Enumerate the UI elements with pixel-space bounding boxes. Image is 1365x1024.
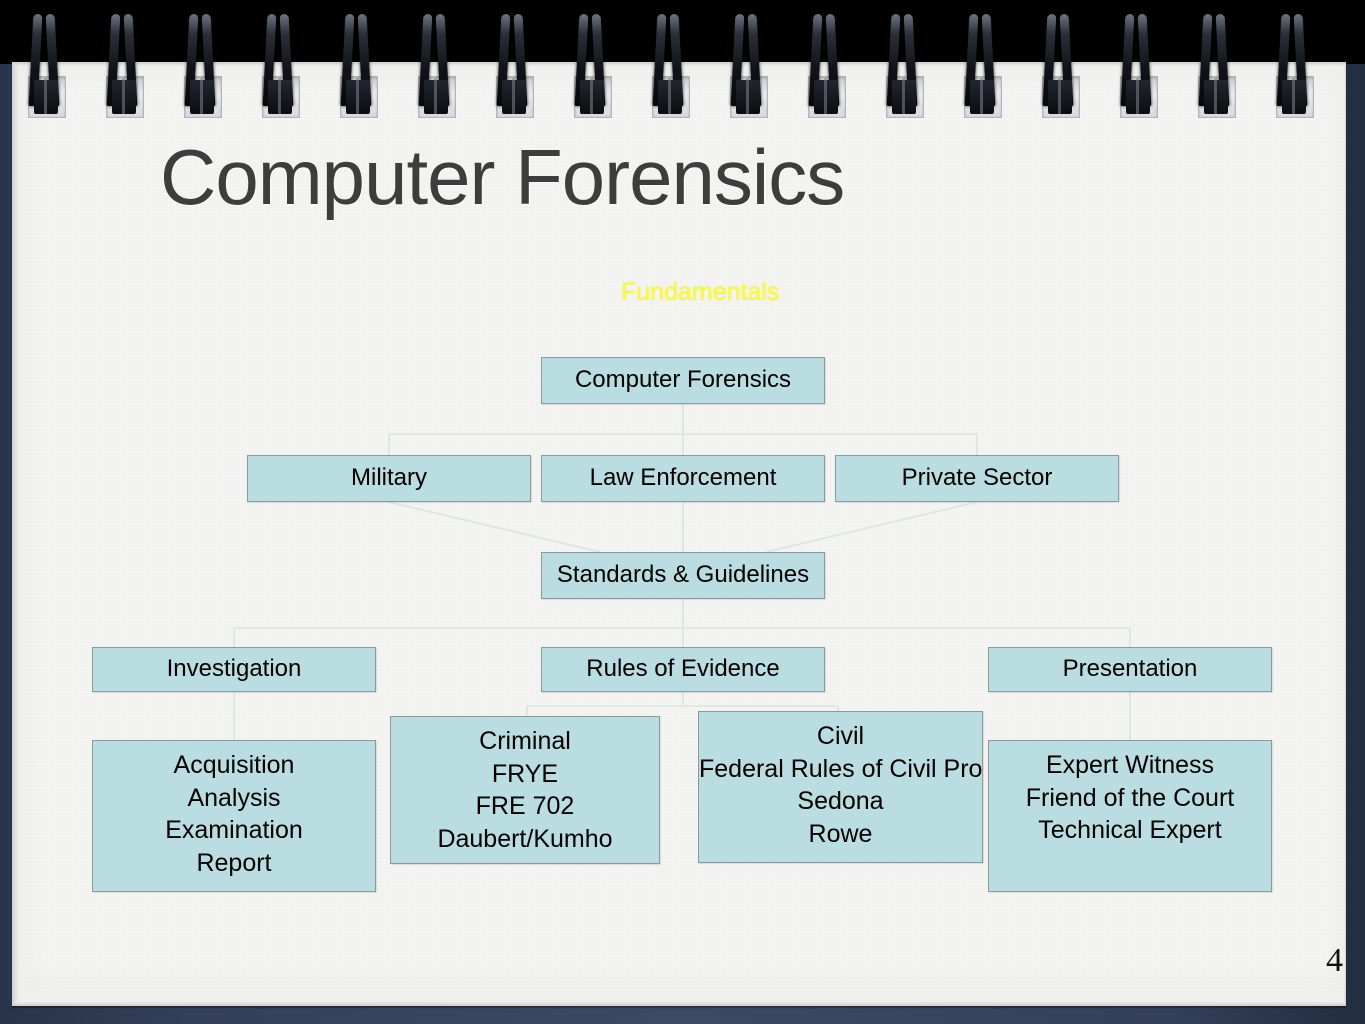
- chart-node-criminal: Criminal FRYE FRE 702 Daubert/Kumho: [390, 716, 660, 864]
- chart-node-line: FRYE: [491, 759, 559, 788]
- chart-node-line: Civil: [816, 722, 865, 750]
- chart-node-line: FRE 702: [475, 792, 575, 820]
- chart-node-investigation: Investigation: [92, 647, 376, 692]
- chart-node-law: Law Enforcement: [541, 455, 825, 502]
- chart-node-line: Friend of the Court: [1025, 783, 1235, 812]
- chart-node-expert: Expert Witness Friend of the Court Technic…: [988, 740, 1272, 892]
- chart-node-line: Daubert/Kumho: [437, 824, 613, 853]
- chart-node-standards: Standards & Guidelines: [541, 552, 825, 599]
- page-number: 4: [1326, 942, 1343, 979]
- chart-node-line: Law Enforcement: [589, 464, 777, 492]
- chart-node-line: Investigation: [166, 655, 302, 683]
- chart-node-line: Examination: [165, 816, 303, 844]
- chart-node-civil: Civil Federal Rules of Civil Procedure Sed…: [698, 711, 983, 863]
- chart-node-line: Sedona: [797, 787, 884, 815]
- chart-node-acquisition: Acquisition Analysis Examination Report: [92, 740, 376, 892]
- chart-node-line: Expert Witness: [1045, 751, 1215, 779]
- chart-node-private: Private Sector: [835, 455, 1119, 502]
- chart-node-line: Technical Expert: [1038, 816, 1222, 844]
- chart-node-line: Report: [196, 848, 272, 877]
- chart-node-rules: Rules of Evidence: [541, 647, 825, 692]
- chart-node-line: Presentation: [1062, 655, 1198, 683]
- chart-node-line: Private Sector: [901, 464, 1053, 492]
- org-chart: Computer Forensics Military Law Enforcemen…: [0, 0, 1365, 1024]
- chart-node-line: Rules of Evidence: [586, 655, 780, 683]
- chart-node-presentation: Presentation: [988, 647, 1272, 692]
- chart-node-line: Rowe: [808, 819, 873, 848]
- chart-node-root: Computer Forensics: [541, 357, 825, 404]
- slide-canvas: Computer Forensics Fundamentals Computer…: [0, 0, 1365, 1024]
- chart-node-military: Military: [247, 455, 531, 502]
- chart-node-line: Computer Forensics: [574, 366, 792, 394]
- chart-node-line: Analysis: [187, 783, 281, 812]
- chart-node-line: Standards & Guidelines: [556, 561, 810, 589]
- chart-node-line: Criminal: [479, 727, 571, 755]
- chart-node-line: Federal Rules of Civil Procedure: [699, 754, 983, 783]
- chart-node-line: Military: [351, 464, 427, 492]
- chart-node-line: Acquisition: [173, 751, 295, 779]
